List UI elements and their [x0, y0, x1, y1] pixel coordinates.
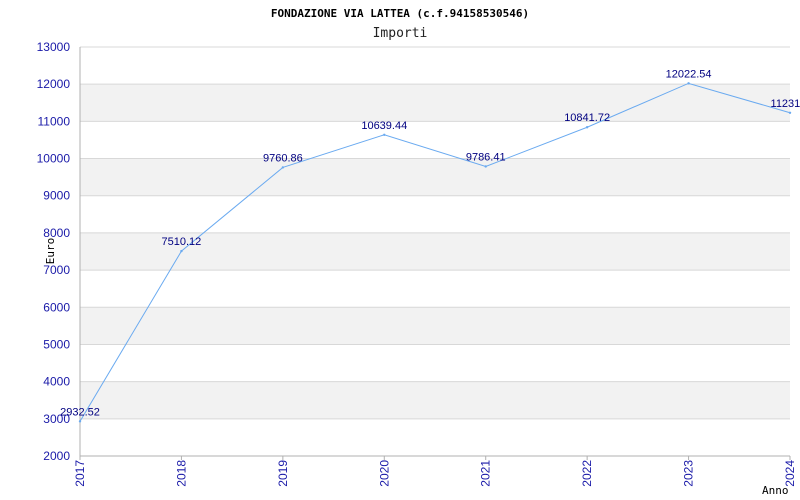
data-point-2022	[585, 126, 589, 129]
data-label-2017: 2932.52	[60, 406, 100, 418]
background-bands	[80, 84, 790, 419]
x-tick-2020: 2020	[377, 460, 391, 487]
y-axis-label: Euro	[44, 238, 57, 265]
x-axis-label: Anno	[762, 484, 789, 497]
y-tick-9000: 9000	[43, 189, 70, 203]
y-tick-12000: 12000	[37, 77, 71, 91]
x-tick-2024: 2024	[783, 460, 797, 487]
x-tick-2019: 2019	[276, 460, 290, 487]
band-5000	[80, 307, 790, 345]
data-label-2023: 12022.54	[666, 68, 712, 80]
x-tick-labels: 2017 2018 2019 2020 2021 2022 2023 2024	[73, 460, 797, 487]
data-point-2018	[180, 249, 183, 253]
data-label-2021: 9786.41	[466, 151, 506, 163]
x-tick-2017: 2017	[73, 460, 87, 487]
data-point-2017	[78, 420, 82, 423]
x-tick-2018: 2018	[174, 460, 188, 487]
y-tick-11000: 11000	[38, 114, 71, 128]
x-tick-2023: 2023	[682, 460, 696, 487]
y-tick-6000: 6000	[43, 300, 70, 314]
data-label-2020: 10639.44	[361, 120, 407, 132]
data-point-2024	[788, 111, 792, 114]
x-tick-2021: 2021	[479, 460, 493, 487]
line-chart: 2000300040005000600070008000900010000110…	[37, 7, 800, 497]
band-9000	[80, 158, 790, 196]
chart-title: FONDAZIONE VIA LATTEA (c.f.94158530546)	[271, 7, 529, 20]
data-point-2023	[687, 82, 690, 85]
band-11000	[80, 84, 790, 122]
y-tick-10000: 10000	[37, 152, 71, 166]
band-3000	[80, 381, 790, 419]
y-tick-4000: 4000	[43, 375, 70, 389]
data-point-2021	[484, 165, 487, 168]
data-label-2022: 10841.72	[564, 112, 610, 124]
data-point-2020	[383, 133, 386, 136]
data-label-2018: 7510.12	[162, 236, 202, 248]
data-label-2019: 9760.86	[263, 152, 303, 164]
data-label-2024: 11231.0	[771, 98, 800, 110]
y-tick-2000: 2000	[43, 449, 70, 463]
y-tick-5000: 5000	[43, 337, 70, 351]
data-point-2019	[281, 166, 285, 169]
y-tick-13000: 13000	[37, 40, 71, 54]
x-tick-2022: 2022	[580, 460, 594, 487]
chart-subtitle: Importi	[373, 26, 428, 41]
